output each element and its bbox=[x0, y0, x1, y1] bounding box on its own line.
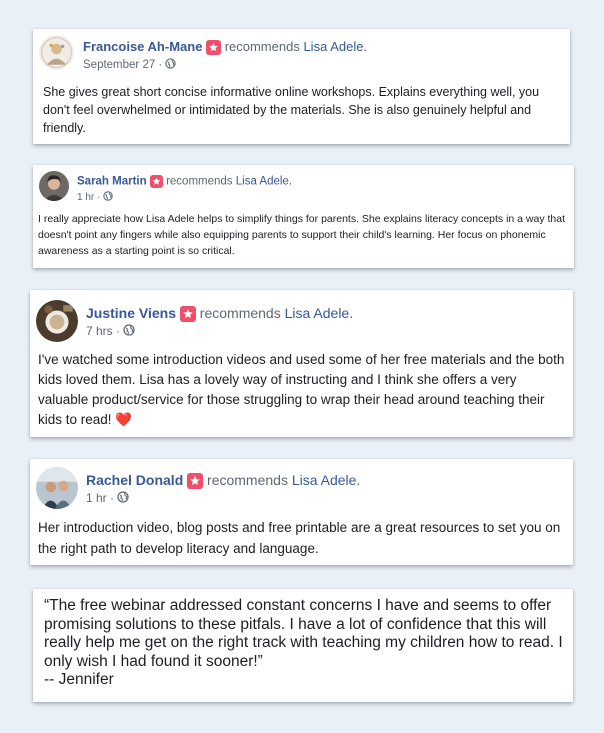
review-text: I've watched some introduction videos an… bbox=[38, 350, 566, 430]
recommend-star-icon bbox=[206, 40, 222, 56]
heart-emoji: ❤️ bbox=[115, 412, 133, 427]
avatar[interactable] bbox=[39, 171, 69, 201]
reviewer-name[interactable]: Francoise Ah-Mane bbox=[83, 39, 202, 54]
reviewer-name[interactable]: Sarah Martin bbox=[77, 176, 147, 188]
review-card-justine: Justine Viens recommends Lisa Adele. 7 h… bbox=[30, 290, 573, 437]
review-card-rachel: Rachel Donald recommends Lisa Adele. 1 h… bbox=[30, 459, 573, 565]
review-meta: September 27 · bbox=[83, 58, 177, 72]
review-text: She gives great short concise informativ… bbox=[43, 85, 540, 135]
avatar[interactable] bbox=[36, 467, 78, 509]
globe-icon bbox=[165, 58, 177, 72]
reviewer-name[interactable]: Justine Viens bbox=[86, 305, 176, 321]
recommends-text: recommends bbox=[199, 305, 281, 321]
review-meta: 7 hrs · bbox=[86, 324, 136, 339]
review-text: Her introduction video, blog posts and f… bbox=[38, 520, 561, 556]
globe-icon bbox=[123, 324, 136, 339]
testimonial-quote: “The free webinar addressed constant con… bbox=[44, 597, 563, 670]
timestamp[interactable]: September 27 · bbox=[83, 59, 162, 71]
recommends-text: recommends bbox=[224, 39, 300, 54]
review-meta: 1 hr · bbox=[86, 491, 130, 506]
page-link[interactable]: Lisa Adele. bbox=[303, 39, 367, 54]
globe-icon bbox=[103, 191, 113, 204]
review-card-francoise: Francoise Ah-Mane recommends Lisa Adele.… bbox=[33, 29, 570, 144]
timestamp[interactable]: 1 hr · bbox=[77, 192, 100, 203]
recommend-star-icon bbox=[149, 175, 163, 188]
testimonial-card: “The free webinar addressed constant con… bbox=[33, 589, 573, 702]
recommends-text: recommends bbox=[207, 472, 288, 488]
recommends-text: recommends bbox=[166, 175, 233, 188]
page-link[interactable]: Lisa Adele. bbox=[285, 305, 354, 321]
review-meta: 1 hr · bbox=[77, 191, 113, 204]
avatar[interactable] bbox=[36, 300, 78, 342]
page-link[interactable]: Lisa Adele. bbox=[236, 176, 292, 188]
review-card-sarah: Sarah Martin recommends Lisa Adele. 1 hr… bbox=[33, 165, 574, 268]
review-header: Justine Viens recommends Lisa Adele. bbox=[86, 305, 354, 323]
globe-icon bbox=[117, 491, 130, 506]
timestamp[interactable]: 7 hrs · bbox=[86, 324, 120, 338]
reviewer-name[interactable]: Rachel Donald bbox=[86, 472, 183, 488]
review-text: I really appreciate how Lisa Adele helps… bbox=[38, 213, 566, 257]
testimonial-author: -- Jennifer bbox=[44, 671, 114, 688]
recommend-star-icon bbox=[179, 306, 196, 323]
avatar[interactable] bbox=[39, 35, 74, 70]
review-header: Francoise Ah-Mane recommends Lisa Adele. bbox=[83, 39, 367, 56]
page-link[interactable]: Lisa Adele. bbox=[292, 472, 361, 488]
recommend-star-icon bbox=[187, 473, 204, 490]
testimonial: “The free webinar addressed constant con… bbox=[44, 597, 569, 690]
review-header: Rachel Donald recommends Lisa Adele. bbox=[86, 472, 361, 490]
timestamp[interactable]: 1 hr · bbox=[86, 491, 114, 505]
review-header: Sarah Martin recommends Lisa Adele. bbox=[77, 175, 292, 188]
